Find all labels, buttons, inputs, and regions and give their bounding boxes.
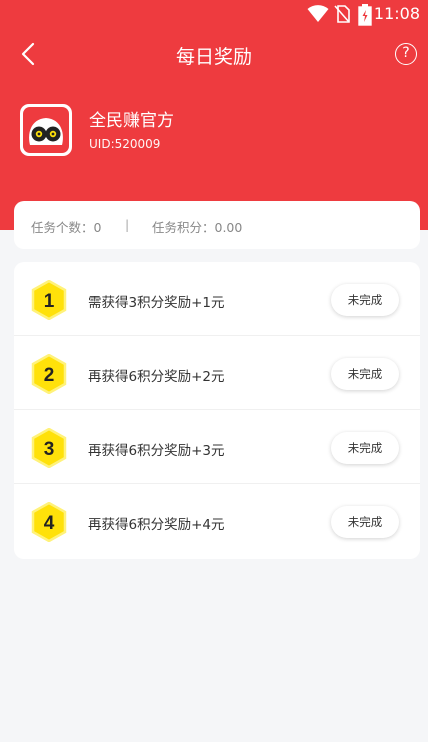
task-status-button[interactable]: 未完成 [331, 358, 399, 390]
task-count: 任务个数：0 [31, 220, 102, 235]
task-number: 4 [44, 513, 55, 534]
task-number: 3 [44, 439, 55, 460]
hexagon-badge-icon: 2 [31, 354, 67, 394]
task-row: 1 需获得3积分奖励+1元 未完成 [14, 262, 420, 336]
page-title: 每日奖励 [175, 46, 252, 68]
task-description: 再获得6积分奖励+4元 [88, 517, 225, 533]
nav-bar: 每日奖励 ? [0, 34, 428, 74]
task-row: 2 再获得6积分奖励+2元 未完成 [14, 336, 420, 410]
no-sim-icon [334, 5, 350, 23]
task-description: 再获得6积分奖励+3元 [88, 443, 225, 459]
task-status-button[interactable]: 未完成 [331, 432, 399, 464]
app-logo-icon [20, 104, 72, 156]
task-row: 4 再获得6积分奖励+4元 未完成 [14, 484, 420, 558]
hexagon-badge-icon: 4 [31, 502, 67, 542]
task-description: 再获得6积分奖励+2元 [88, 369, 225, 385]
wifi-icon [307, 5, 329, 22]
header-background: 11:08 每日奖励 ? 全民赚官方 UID:520009 [0, 0, 428, 230]
user-id: UID:520009 [89, 137, 161, 151]
task-number: 2 [44, 365, 55, 386]
task-row: 3 再获得6积分奖励+3元 未完成 [14, 410, 420, 484]
stats-divider: | [125, 217, 130, 232]
help-icon[interactable]: ? [395, 43, 417, 65]
task-status-button[interactable]: 未完成 [331, 506, 399, 538]
task-points: 任务积分：0.00 [152, 220, 243, 235]
battery-icon [358, 4, 372, 26]
status-time: 11:08 [373, 4, 420, 23]
username: 全民赚官方 [89, 111, 174, 131]
task-list: 1 需获得3积分奖励+1元 未完成 2 再获得6积分奖励+2元 未完成 3 再获… [14, 262, 420, 559]
task-number: 1 [44, 291, 55, 312]
hexagon-badge-icon: 1 [31, 280, 67, 320]
hexagon-badge-icon: 3 [31, 428, 67, 468]
stats-card: 任务个数：0 | 任务积分：0.00 [14, 201, 420, 249]
status-bar: 11:08 [0, 0, 428, 28]
task-description: 需获得3积分奖励+1元 [88, 295, 225, 311]
task-status-button[interactable]: 未完成 [331, 284, 399, 316]
